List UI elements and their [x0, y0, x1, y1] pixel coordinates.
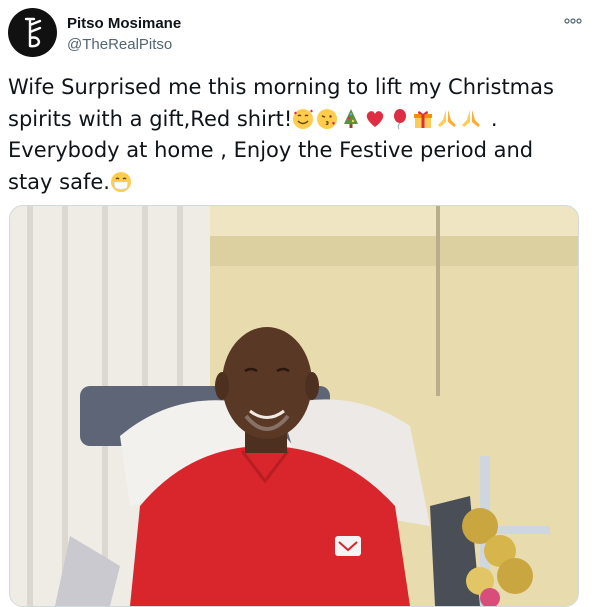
red-heart-emoji: [364, 108, 386, 130]
avatar[interactable]: [8, 8, 57, 57]
tweet-photo[interactable]: [9, 205, 579, 607]
more-options-icon[interactable]: [560, 8, 586, 34]
smiling-hearts-emoji: [292, 108, 314, 130]
gift-emoji: [412, 108, 434, 130]
balloon-emoji: [388, 108, 410, 130]
kiss-emoji: [316, 108, 338, 130]
tweet-header: Pitso Mosimane @TheRealPitso: [8, 8, 586, 64]
pitso-logo-icon: [24, 17, 41, 47]
praying-hands-emoji: [436, 108, 458, 130]
author-handle[interactable]: @TheRealPitso: [67, 36, 172, 53]
praying-hands-emoji: [460, 108, 482, 130]
christmas-tree-emoji: [340, 108, 362, 130]
tweet-text: Wife Surprised me this morning to lift m…: [8, 72, 580, 198]
author-name[interactable]: Pitso Mosimane: [67, 15, 181, 32]
man-in-red-shirt-hospital-bed-photo: [10, 206, 578, 606]
face-with-mask-emoji: [110, 171, 132, 193]
